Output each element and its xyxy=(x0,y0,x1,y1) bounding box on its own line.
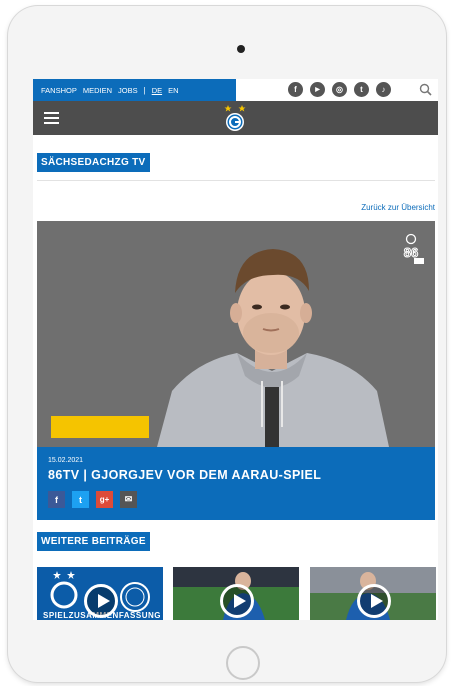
hamburger-menu-icon[interactable] xyxy=(44,112,59,124)
email-share-icon[interactable]: ✉ xyxy=(120,491,137,508)
twitter-share-icon[interactable]: t xyxy=(72,491,89,508)
post-thumbnail[interactable]: SPIELZUSAMMENFASSUNG xyxy=(37,567,163,620)
tiktok-icon[interactable]: ♪ xyxy=(376,82,391,97)
googleplus-share-icon[interactable]: g+ xyxy=(96,491,113,508)
front-camera xyxy=(237,45,245,53)
nav-fanshop[interactable]: FANSHOP xyxy=(41,86,77,95)
more-posts-title: WEITERE BEITRÄGE xyxy=(37,532,150,551)
video-info-box: 15.02.2021 86TV | GJORGJEV VOR DEM AARAU… xyxy=(37,447,435,520)
instagram-icon[interactable]: ◎ xyxy=(332,82,347,97)
publish-date: 15.02.2021 xyxy=(48,457,84,464)
video-player[interactable]: 86 xyxy=(37,221,435,447)
lang-de[interactable]: DE xyxy=(152,86,162,95)
divider xyxy=(37,180,435,181)
club-crest-logo[interactable] xyxy=(223,104,247,132)
post-thumbnail[interactable] xyxy=(173,567,299,620)
top-nav: FANSHOP MEDIEN JOBS | DE EN xyxy=(33,79,236,101)
video-title: 86TV | GJORGJEV VOR DEM AARAU-SPIEL xyxy=(48,468,322,482)
youtube-icon[interactable]: ▶ xyxy=(310,82,325,97)
page-title: SÄCHSEDACHZG TV xyxy=(37,153,150,172)
social-links: f ▶ ◎ t ♪ xyxy=(288,82,398,97)
facebook-icon[interactable]: f xyxy=(288,82,303,97)
more-posts-list: SPIELZUSAMMENFASSUNG xyxy=(37,567,438,620)
facebook-share-icon[interactable]: f xyxy=(48,491,65,508)
lower-third-bar xyxy=(51,416,149,438)
play-icon[interactable] xyxy=(84,584,118,618)
lang-en[interactable]: EN xyxy=(168,86,178,95)
browser-screen: FANSHOP MEDIEN JOBS | DE EN f ▶ ◎ t ♪ SÄ… xyxy=(33,79,438,620)
play-icon[interactable] xyxy=(220,584,254,618)
back-to-overview-link[interactable]: Zurück zur Übersicht xyxy=(361,203,435,212)
nav-medien[interactable]: MEDIEN xyxy=(83,86,112,95)
play-icon[interactable] xyxy=(357,584,391,618)
post-thumbnail[interactable] xyxy=(310,567,436,620)
86tv-watermark-logo: 86 xyxy=(403,233,424,264)
nav-separator: | xyxy=(143,85,146,95)
video-still-image xyxy=(37,221,435,447)
nav-jobs[interactable]: JOBS xyxy=(118,86,138,95)
svg-text:86: 86 xyxy=(404,245,418,260)
twitter-icon[interactable]: t xyxy=(354,82,369,97)
top-bar: FANSHOP MEDIEN JOBS | DE EN f ▶ ◎ t ♪ xyxy=(33,79,438,101)
search-icon[interactable] xyxy=(419,83,432,96)
site-header xyxy=(33,101,438,135)
share-buttons: f t g+ ✉ xyxy=(48,491,144,508)
home-button[interactable] xyxy=(226,646,260,680)
